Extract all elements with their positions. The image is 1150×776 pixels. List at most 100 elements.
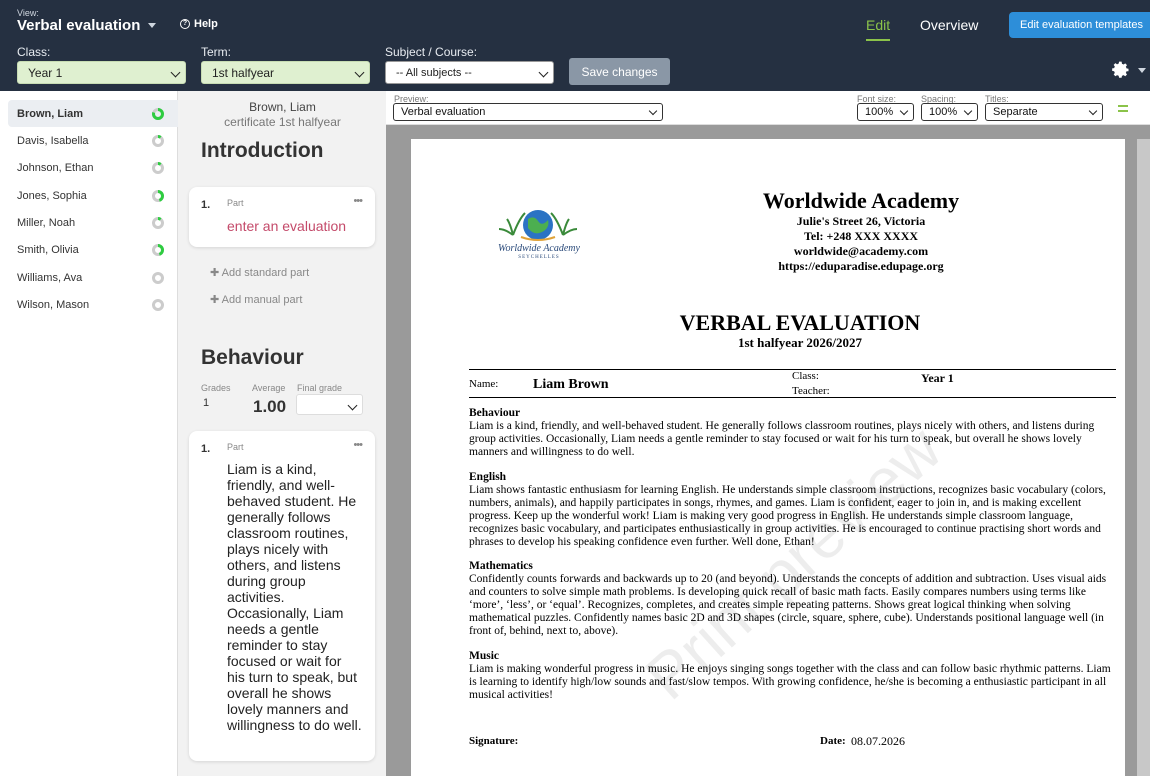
subject-select[interactable]: -- All subjects -- — [385, 61, 554, 84]
top-header: View: Verbal evaluation ? Help Edit Over… — [0, 0, 1150, 91]
subject-text: Liam is making wonderful progress in mus… — [469, 663, 1111, 701]
school-website: https://eduparadise.edupage.org — [778, 259, 944, 273]
student-name: Williams, Ava — [17, 271, 83, 284]
student-list: Brown, Liam Davis, Isabella Johnson, Eth… — [0, 91, 178, 776]
class-label: Class: — [17, 45, 51, 59]
subject-block: Music Liam is making wonderful progress … — [469, 650, 1114, 702]
tab-edit[interactable]: Edit — [866, 17, 891, 41]
student-name: Johnson, Ethan — [17, 161, 94, 174]
introduction-part-card[interactable]: 1. Part ••• enter an evaluation — [189, 187, 375, 247]
chevron-down-icon — [148, 23, 157, 28]
teacher-label: Teacher: — [792, 385, 830, 397]
section-title-behaviour: Behaviour — [201, 346, 304, 369]
student-full-name: Liam Brown — [533, 377, 609, 392]
preview-toolbar: Preview: Verbal evaluation Font size: 10… — [386, 91, 1150, 125]
student-name: Brown, Liam — [17, 107, 84, 120]
evaluation-placeholder[interactable]: enter an evaluation — [227, 218, 346, 234]
subject-block: Behaviour Liam is a kind, friendly, and … — [469, 407, 1114, 459]
add-manual-part-link[interactable]: ✚ Add manual part — [210, 293, 302, 306]
view-title: Verbal evaluation — [17, 17, 141, 34]
class-label: Class: — [792, 370, 819, 382]
font-size-select[interactable]: 100% — [857, 103, 914, 121]
student-item[interactable]: Johnson, Ethan — [8, 154, 178, 181]
part-label: Part — [227, 442, 244, 452]
behaviour-evaluation-text[interactable]: Liam is a kind, friendly, and well-behav… — [227, 461, 363, 733]
subject-label: Subject / Course: — [385, 45, 478, 59]
student-item[interactable]: Davis, Isabella — [8, 127, 178, 154]
student-item[interactable]: Jones, Sophia — [8, 182, 178, 209]
logo-text: Worldwide Academy — [498, 243, 580, 254]
progress-ring-icon — [152, 299, 164, 311]
menu-lines-icon[interactable] — [1118, 104, 1128, 113]
subject-value: -- All subjects -- — [396, 66, 472, 79]
name-label: Name: — [469, 378, 499, 390]
term-value: 1st halfyear — [212, 65, 275, 80]
edit-templates-button[interactable]: Edit evaluation templates — [1009, 12, 1150, 38]
school-email: worldwide@academy.com — [793, 244, 929, 258]
help-icon: ? — [180, 19, 190, 29]
behaviour-part-card[interactable]: 1. Part ••• Liam is a kind, friendly, an… — [189, 431, 375, 761]
section-title-introduction: Introduction — [201, 139, 324, 162]
chevron-down-icon — [899, 106, 909, 116]
chevron-down-icon — [648, 106, 658, 116]
student-item[interactable]: Williams, Ava — [8, 264, 178, 291]
view-selector[interactable]: Verbal evaluation — [17, 17, 157, 34]
help-label: Help — [194, 18, 218, 30]
student-item[interactable]: Wilson, Mason — [8, 291, 178, 318]
progress-ring-icon — [152, 135, 164, 147]
date-label: Date: — [820, 735, 846, 747]
student-item[interactable]: Brown, Liam — [8, 100, 178, 127]
add-manual-part-label: Add manual part — [221, 294, 303, 306]
add-standard-part-link[interactable]: ✚ Add standard part — [210, 266, 309, 279]
grades-label: Grades — [201, 383, 231, 393]
student-name: Smith, Olivia — [17, 243, 79, 256]
document-subtitle: 1st halfyear 2026/2027 — [738, 335, 862, 350]
chevron-down-icon — [538, 67, 549, 78]
certificate-label: certificate 1st halfyear — [224, 115, 341, 129]
term-select[interactable]: 1st halfyear — [201, 61, 370, 84]
more-options-icon[interactable]: ••• — [353, 195, 363, 207]
final-grade-select[interactable] — [296, 394, 363, 415]
student-name: Jones, Sophia — [17, 189, 87, 202]
preview-select[interactable]: Verbal evaluation — [393, 103, 663, 121]
student-item[interactable]: Smith, Olivia — [8, 236, 178, 263]
part-label: Part — [227, 198, 244, 208]
subject-title: Music — [469, 650, 500, 662]
titles-select[interactable]: Separate — [985, 103, 1103, 121]
average-label: Average — [252, 383, 286, 393]
subject-text: Liam is a kind, friendly, and well-behav… — [469, 420, 1095, 458]
student-item[interactable]: Miller, Noah — [8, 209, 178, 236]
gear-icon[interactable] — [1111, 60, 1131, 80]
term-label: Term: — [201, 45, 231, 59]
selected-student-name: Brown, Liam — [249, 100, 316, 114]
progress-ring-icon — [152, 272, 164, 284]
certificate-page: Worldwide Academy SEYCHELLES Worldwide A… — [411, 139, 1125, 776]
chevron-down-icon — [963, 106, 973, 116]
print-preview-area: Preview: Verbal evaluation Font size: 10… — [386, 91, 1150, 776]
spacing-select[interactable]: 100% — [921, 103, 978, 121]
preview-value: Verbal evaluation — [401, 106, 486, 118]
date-value: 08.07.2026 — [851, 734, 905, 748]
class-select[interactable]: Year 1 — [17, 61, 186, 84]
preview-scrollbar[interactable] — [1137, 139, 1150, 776]
progress-ring-icon — [152, 190, 164, 202]
titles-value: Separate — [993, 106, 1038, 118]
tab-overview[interactable]: Overview — [920, 17, 978, 33]
help-link[interactable]: ? Help — [180, 18, 218, 30]
chevron-down-icon — [1088, 106, 1098, 116]
progress-ring-icon — [152, 244, 164, 256]
student-name: Wilson, Mason — [17, 298, 90, 311]
save-changes-button[interactable]: Save changes — [569, 58, 670, 85]
class-value: Year 1 — [28, 65, 63, 80]
chevron-down-icon — [1138, 68, 1146, 73]
more-options-icon[interactable]: ••• — [353, 439, 363, 451]
chevron-down-icon — [354, 67, 365, 78]
average-value: 1.00 — [253, 397, 287, 416]
divider — [469, 397, 1116, 398]
progress-ring-icon — [152, 162, 164, 174]
student-name: Davis, Isabella — [17, 134, 89, 147]
document-title: VERBAL EVALUATION — [679, 310, 921, 335]
part-number: 1. — [201, 199, 211, 211]
school-address: Julie's Street 26, Victoria — [796, 214, 926, 228]
chevron-down-icon — [347, 400, 358, 411]
